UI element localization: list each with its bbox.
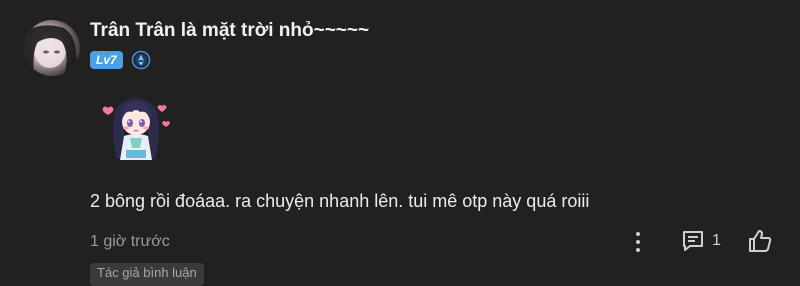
reply-count: 1	[712, 232, 721, 249]
sticker-image	[96, 88, 176, 168]
reply-button[interactable]: 1	[680, 228, 721, 254]
more-vertical-icon	[636, 232, 640, 252]
rank-emblem-icon	[131, 50, 151, 70]
thumbs-up-icon	[749, 230, 772, 252]
like-button[interactable]	[746, 227, 774, 255]
user-avatar[interactable]	[24, 20, 80, 76]
level-badge: Lv7	[90, 51, 123, 69]
comment-bubble-icon	[683, 231, 703, 251]
user-badges: Lv7	[90, 50, 151, 70]
author-comment-tag: Tác giả bình luận	[90, 263, 204, 286]
comment-text: 2 bông rồi đoáaa. ra chuyện nhanh lên. t…	[90, 191, 590, 211]
username[interactable]: Trân Trân là mặt trời nhỏ~~~~~	[90, 20, 369, 42]
more-options-button[interactable]	[628, 230, 648, 254]
comment-timestamp: 1 giờ trước	[90, 233, 170, 250]
